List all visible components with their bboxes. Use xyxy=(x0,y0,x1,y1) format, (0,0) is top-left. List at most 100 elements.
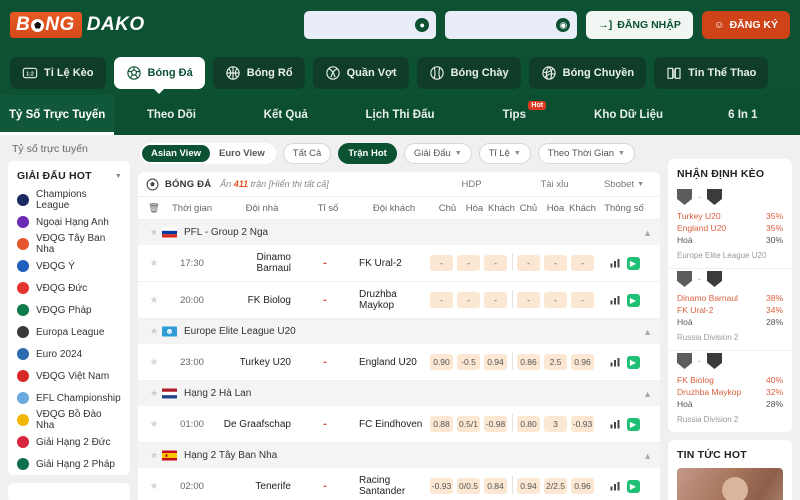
subnav-item-3[interactable]: Lịch Thi Đấu xyxy=(343,95,457,135)
filter-all[interactable]: Tất Cả xyxy=(282,143,332,164)
sportnav-item-1[interactable]: Bóng Đá xyxy=(113,56,205,94)
star-icon[interactable]: ★ xyxy=(146,326,162,337)
news-thumbnail[interactable] xyxy=(677,468,783,500)
sidebar-league-item[interactable]: VĐQG Đức xyxy=(8,277,130,299)
star-icon[interactable]: ★ xyxy=(146,258,162,269)
sidebar-league-item[interactable]: VĐQG Việt Nam xyxy=(8,365,130,387)
odds-cell[interactable]: - xyxy=(569,255,596,271)
subnav-item-2[interactable]: Kết Quả xyxy=(229,95,343,135)
odds-cell[interactable]: -0.93 xyxy=(428,478,455,494)
username-field[interactable]: ● xyxy=(304,11,437,39)
star-icon[interactable]: ★ xyxy=(146,227,162,238)
sportnav-item-2[interactable]: Bóng Rổ xyxy=(212,56,305,89)
hidden-matches-note[interactable]: Ẩn 411 trận [Hiển thị tất cả] xyxy=(220,179,328,189)
chevron-up-icon[interactable]: ▲ xyxy=(643,228,652,238)
away-team[interactable]: Druzhba Maykop xyxy=(351,289,428,311)
odds-cell[interactable]: - xyxy=(515,255,542,271)
odds-cell[interactable]: - xyxy=(455,255,482,271)
sportnav-item-0[interactable]: 1:2 Tỉ Lệ Kèo xyxy=(10,56,106,89)
sportnav-item-4[interactable]: Bóng Chày xyxy=(416,56,521,89)
password-field[interactable]: ◉ xyxy=(445,11,578,39)
prediction-item[interactable]: - FK Biolog 40% Druzhba Maykop 32% Hoà 28% Russ… xyxy=(668,351,792,432)
odds-cell[interactable]: 0.86 xyxy=(515,354,542,370)
bar-chart-icon[interactable] xyxy=(609,480,621,492)
away-team[interactable]: FK Ural-2 xyxy=(351,258,428,269)
filter-time[interactable]: Theo Thời Gian ▼ xyxy=(537,143,635,164)
video-icon[interactable]: ▶ xyxy=(626,293,640,307)
video-icon[interactable]: ▶ xyxy=(626,417,640,431)
odds-cell[interactable]: 0/0.5 xyxy=(455,478,482,494)
delete-icon[interactable]: 🗑 xyxy=(146,203,162,214)
away-team[interactable]: FC Eindhoven xyxy=(351,419,428,430)
chevron-up-icon[interactable]: ▲ xyxy=(643,451,652,461)
sportnav-item-3[interactable]: Quần Vợt xyxy=(312,56,409,89)
odds-cell[interactable]: 2/2.5 xyxy=(542,478,569,494)
odds-cell[interactable]: - xyxy=(455,292,482,308)
odds-cell[interactable]: -0.98 xyxy=(482,416,509,432)
odds-cell[interactable]: 0.90 xyxy=(428,354,455,370)
chevron-up-icon[interactable]: ▲ xyxy=(643,389,652,399)
odds-cell[interactable]: 0.84 xyxy=(482,478,509,494)
odds-cell[interactable]: - xyxy=(428,292,455,308)
star-icon[interactable]: ★ xyxy=(146,388,162,399)
filter-hot[interactable]: Trận Hot xyxy=(338,143,397,164)
odds-cell[interactable]: 0.96 xyxy=(569,354,596,370)
odds-cell[interactable]: 0.88 xyxy=(428,416,455,432)
sportnav-item-5[interactable]: Bóng Chuyền xyxy=(528,56,647,89)
asian-view-option[interactable]: Asian View xyxy=(142,145,210,162)
odds-cell[interactable]: 0.94 xyxy=(515,478,542,494)
sidebar-league-item[interactable]: Champions League xyxy=(8,189,130,211)
prediction-item[interactable]: - Dinamo Barnaul 38% FK Ural-2 34% Hoà 28% Russ… xyxy=(668,269,792,351)
odds-cell[interactable]: - xyxy=(515,292,542,308)
odds-cell[interactable]: - xyxy=(569,292,596,308)
provider-selector[interactable]: Sbobet ▼ xyxy=(596,179,652,190)
odds-cell[interactable]: - xyxy=(542,292,569,308)
league-group-header[interactable]: ★ Hạng 2 Hà Lan ▲ xyxy=(138,381,660,406)
bar-chart-icon[interactable] xyxy=(609,257,621,269)
odds-cell[interactable]: -0.5 xyxy=(455,354,482,370)
odds-cell[interactable]: - xyxy=(542,255,569,271)
odds-cell[interactable]: 0.94 xyxy=(482,354,509,370)
sidebar-league-item[interactable]: Giải Hạng 2 Pháp xyxy=(8,453,130,475)
chevron-down-icon[interactable]: ▼ xyxy=(115,173,122,180)
register-button[interactable]: ☺ ĐĂNG KÝ xyxy=(701,11,790,39)
match-row[interactable]: ★ 17:30 Dinamo Barnaul - FK Ural-2- - - - - - ▶ xyxy=(138,245,660,282)
video-icon[interactable]: ▶ xyxy=(626,355,640,369)
odds-cell[interactable]: - xyxy=(482,292,509,308)
star-icon[interactable]: ★ xyxy=(146,295,162,306)
login-button[interactable]: →] ĐĂNG NHẬP xyxy=(586,11,693,39)
sidebar-league-item[interactable]: VĐQG Bồ Đào Nha xyxy=(8,409,130,431)
bar-chart-icon[interactable] xyxy=(609,294,621,306)
home-team[interactable]: Dinamo Barnaul xyxy=(222,252,299,274)
odds-cell[interactable]: - xyxy=(482,255,509,271)
subnav-item-0[interactable]: Tỷ Số Trực Tuyến xyxy=(0,95,115,135)
sidebar-league-item[interactable]: VĐQG Ý xyxy=(8,255,130,277)
sidebar-league-item[interactable]: Giải Hạng 2 Đức xyxy=(8,431,130,453)
sidebar-league-item[interactable]: Ngoại Hạng Anh xyxy=(8,211,130,233)
odds-cell[interactable]: - xyxy=(428,255,455,271)
bar-chart-icon[interactable] xyxy=(609,418,621,430)
bar-chart-icon[interactable] xyxy=(609,356,621,368)
star-icon[interactable]: ★ xyxy=(146,450,162,461)
subnav-item-6[interactable]: 6 In 1 xyxy=(686,95,800,135)
subnav-item-1[interactable]: Theo Dõi xyxy=(114,95,228,135)
sidebar-league-item[interactable]: EFL Championship xyxy=(8,387,130,409)
home-team[interactable]: Tenerife xyxy=(222,481,299,492)
sidebar-league-item[interactable]: VĐQG Pháp xyxy=(8,299,130,321)
home-team[interactable]: De Graafschap xyxy=(222,419,299,430)
star-icon[interactable]: ★ xyxy=(146,481,162,492)
away-team[interactable]: Racing Santander xyxy=(351,475,428,497)
video-icon[interactable]: ▶ xyxy=(626,479,640,493)
subnav-item-4[interactable]: Tips Hot xyxy=(457,95,571,135)
filter-league[interactable]: Giải Đấu ▼ xyxy=(403,143,472,164)
match-row[interactable]: ★ 01:00 De Graafschap - FC Eindhoven 0.88 0.5/… xyxy=(138,406,660,443)
star-icon[interactable]: ★ xyxy=(146,357,162,368)
hot-leagues-header[interactable]: GIẢI ĐẤU HOT ▼ xyxy=(8,161,130,189)
league-group-header[interactable]: ★ Hạng 2 Tây Ban Nha ▲ xyxy=(138,443,660,468)
prediction-item[interactable]: - Turkey U20 35% England U20 35% Hoà 30% Europe… xyxy=(668,187,792,269)
match-row[interactable]: ★ 20:00 FK Biolog - Druzhba Maykop - - - - - - ▶ xyxy=(138,282,660,319)
away-team[interactable]: England U20 xyxy=(351,357,428,368)
match-row[interactable]: ★ 23:00 Turkey U20 - England U20 0.90 -0.5 0.94… xyxy=(138,344,660,381)
home-team[interactable]: Turkey U20 xyxy=(222,357,299,368)
match-row[interactable]: ★ 02:00 Tenerife - Racing Santander -0.93 0/0.… xyxy=(138,468,660,500)
